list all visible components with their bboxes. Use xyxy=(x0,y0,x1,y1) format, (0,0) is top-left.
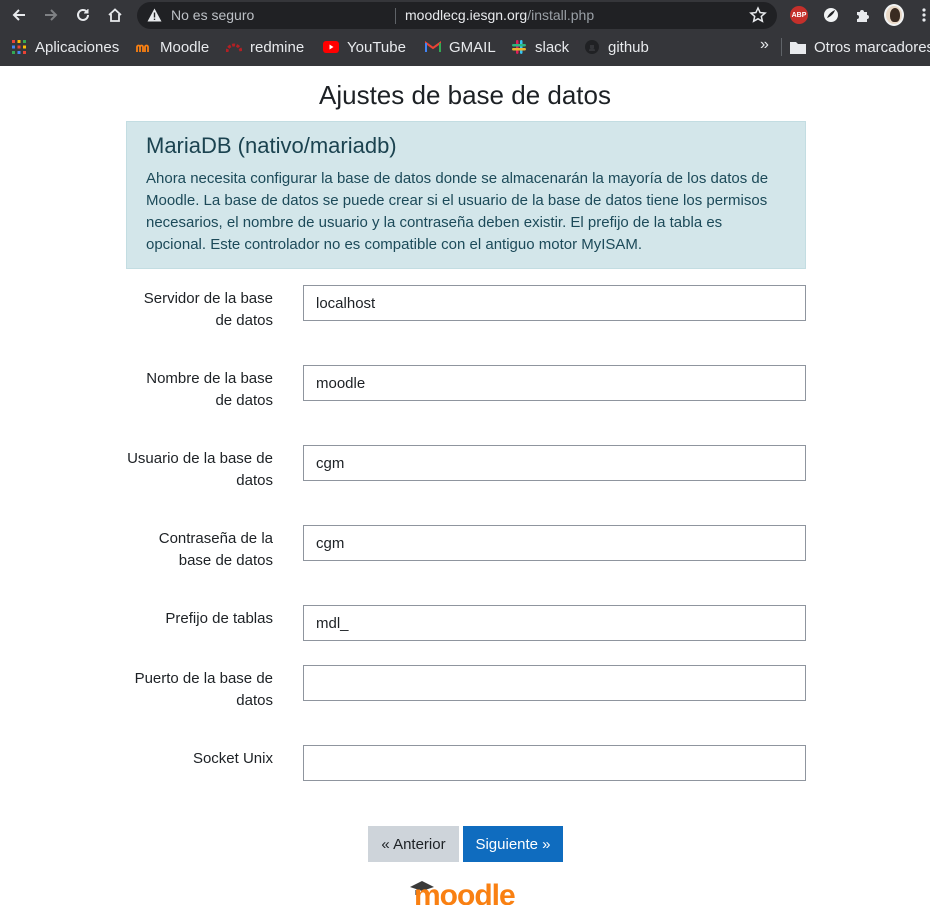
dbhost-label: Servidor de la base de datos xyxy=(143,290,273,329)
back-arrow-icon[interactable] xyxy=(8,4,30,26)
bookmark-aplicaciones[interactable]: Aplicaciones xyxy=(11,36,119,58)
insecure-label[interactable]: No es seguro xyxy=(171,7,254,23)
url-host: moodlecg.iesgn.org xyxy=(405,7,528,23)
alert-heading: MariaDB (nativo/mariadb) xyxy=(146,133,397,158)
kebab-menu-icon[interactable] xyxy=(918,5,930,25)
other-bookmarks[interactable]: Otros marcadores xyxy=(790,36,930,58)
page-title: Ajustes de base de datos xyxy=(319,80,611,110)
browser-chrome: No es seguro moodlecg.iesgn.org/install.… xyxy=(0,0,930,66)
bookmark-label: redmine xyxy=(250,38,305,56)
moodle-logo: moodle xyxy=(408,877,524,905)
bookmark-label: Aplicaciones xyxy=(35,38,120,56)
github-favicon xyxy=(584,39,600,55)
slack-favicon xyxy=(511,39,527,55)
bookmark-github[interactable]: github xyxy=(584,36,649,58)
address-bar[interactable]: No es seguro moodlecg.iesgn.org/install.… xyxy=(137,2,777,29)
warning-triangle-icon[interactable] xyxy=(147,8,162,27)
bookmark-redmine[interactable]: redmine xyxy=(226,36,304,58)
profile-avatar[interactable] xyxy=(884,4,904,26)
bookmarks-divider xyxy=(781,38,782,56)
url-path: /install.php xyxy=(527,7,595,23)
previous-button[interactable]: « Anterior xyxy=(368,826,459,862)
prefix-label: Prefijo de tablas xyxy=(165,610,273,627)
bookmark-star-icon[interactable] xyxy=(749,6,767,29)
bookmarks-overflow-chevron[interactable]: » xyxy=(760,36,769,54)
bookmark-slack[interactable]: slack xyxy=(511,36,569,58)
bookmark-label: Moodle xyxy=(160,38,210,56)
gmail-favicon xyxy=(425,39,441,55)
db-info-alert: MariaDB (nativo/mariadb) Ahora necesita … xyxy=(126,121,806,269)
dbuser-label: Usuario de la base de datos xyxy=(127,450,273,489)
browser-toolbar: No es seguro moodlecg.iesgn.org/install.… xyxy=(0,0,930,31)
apps-grid-icon xyxy=(11,39,27,55)
clover-extension-icon[interactable] xyxy=(821,5,841,25)
forward-arrow-icon[interactable] xyxy=(40,4,62,26)
dbpass-label: Contraseña de la base de datos xyxy=(158,530,273,569)
alert-text: Ahora necesita configurar la base de dat… xyxy=(146,170,769,253)
url-text[interactable]: moodlecg.iesgn.org/install.php xyxy=(405,7,594,23)
dbport-input[interactable] xyxy=(303,665,806,701)
bookmark-label: YouTube xyxy=(347,38,406,56)
dbuser-input[interactable] xyxy=(303,445,806,481)
dbsocket-label: Socket Unix xyxy=(192,750,273,767)
reload-icon[interactable] xyxy=(72,4,94,26)
dbport-label: Puerto de la base de datos xyxy=(134,670,273,709)
logo-wordmark: moodle xyxy=(414,879,515,905)
dbname-input[interactable] xyxy=(303,365,806,401)
home-icon[interactable] xyxy=(104,4,126,26)
bookmark-label: GMAIL xyxy=(449,38,496,56)
folder-icon xyxy=(790,39,806,55)
bookmark-youtube[interactable]: YouTube xyxy=(323,36,406,58)
dbsocket-input[interactable] xyxy=(303,745,806,781)
abp-badge: ABP xyxy=(790,6,808,24)
bookmark-moodle[interactable]: Moodle xyxy=(136,36,209,58)
dbname-label: Nombre de la base de datos xyxy=(146,370,273,409)
bookmark-gmail[interactable]: GMAIL xyxy=(425,36,496,58)
adblock-plus-icon[interactable]: ABP xyxy=(789,5,809,25)
bookmark-label: slack xyxy=(535,38,570,56)
moodle-favicon xyxy=(136,39,152,55)
dbpass-input[interactable] xyxy=(303,525,806,561)
dbhost-input[interactable] xyxy=(303,285,806,321)
other-bookmarks-label: Otros marcadores xyxy=(814,38,930,56)
puzzle-extensions-icon[interactable] xyxy=(853,5,873,25)
prefix-input[interactable] xyxy=(303,605,806,641)
address-separator xyxy=(395,8,396,24)
next-button[interactable]: Siguiente » xyxy=(463,826,563,862)
bookmark-label: github xyxy=(608,38,649,56)
redmine-favicon xyxy=(226,39,242,55)
youtube-favicon xyxy=(323,39,339,55)
avatar-image xyxy=(884,4,904,26)
